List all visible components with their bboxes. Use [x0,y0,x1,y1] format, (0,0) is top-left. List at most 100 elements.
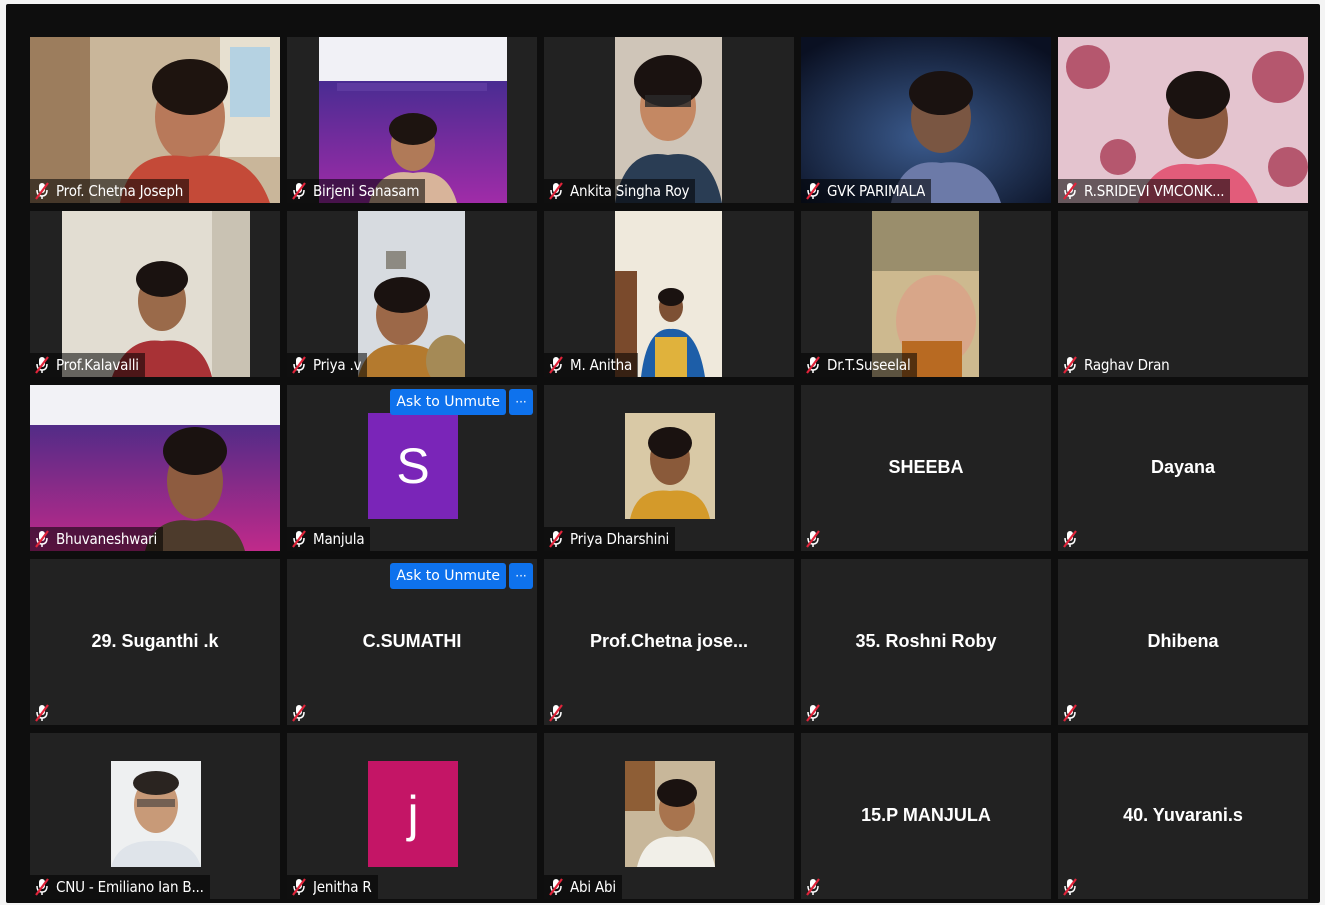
participant-name: R.SRIDEVI VMCONK... [1084,182,1225,200]
mic-muted-icon [805,182,821,200]
participant-display-name: 29. Suganthi .k [91,631,219,651]
participant-tile[interactable]: Ankita Singha Roy [544,37,794,203]
mic-muted-icon [291,878,307,896]
participant-tile[interactable]: GVK PARIMALA [801,37,1051,203]
participant-tile[interactable]: Dayana [1058,385,1308,551]
name-bar: M. Anitha [544,353,639,377]
mic-muted-icon [291,182,307,200]
mic-muted-icon [548,182,564,200]
tile-hover-controls: Ask to Unmute ··· [390,389,533,415]
mic-muted-icon [34,182,50,200]
mic-muted-icon [1062,530,1078,548]
name-bar: Abi Abi [544,875,622,899]
participant-tile[interactable]: R.SRIDEVI VMCONK... [1058,37,1308,203]
mic-muted-icon [548,704,564,722]
name-bar [30,701,62,725]
participant-tile[interactable]: Priya Dharshini [544,385,794,551]
participant-tile[interactable]: Ask to Unmute ··· S Manjula [287,385,537,551]
participant-name: Prof. Chetna Joseph [56,182,184,200]
participant-tile[interactable]: j Jenitha R [287,733,537,899]
participant-name: Dr.T.Suseelal [827,356,911,374]
meeting-gallery-view: Prof. Chetna Joseph Birjeni Sanasam Anki… [6,4,1320,903]
participant-tile[interactable]: 35. Roshni Roby [801,559,1051,725]
participant-name: Birjeni Sanasam [313,182,420,200]
participant-name: CNU - Emiliano Ian B... [56,878,204,896]
participant-name: Priya .v [313,356,362,374]
name-bar [801,527,833,551]
mic-muted-icon [291,356,307,374]
participant-display-name: 15.P MANJULA [861,805,991,825]
participant-tile[interactable]: Priya .v [287,211,537,377]
participant-grid: Prof. Chetna Joseph Birjeni Sanasam Anki… [30,37,1308,899]
participant-tile[interactable]: Prof. Chetna Joseph [30,37,280,203]
participant-tile[interactable]: Abi Abi [544,733,794,899]
participant-display-name: Dayana [1150,457,1216,477]
participant-name: Ankita Singha Roy [570,182,690,200]
name-bar: Priya Dharshini [544,527,676,551]
letter-avatar: S [368,413,458,519]
name-bar: Jenitha R [287,875,378,899]
mic-muted-icon [805,356,821,374]
name-bar: Prof.Kalavalli [30,353,145,377]
name-bar: Raghav Dran [1058,353,1176,377]
participant-tile[interactable]: Ask to Unmute ··· C.SUMATHI [287,559,537,725]
name-bar [1058,701,1090,725]
name-bar: GVK PARIMALA [801,179,932,203]
name-bar: Bhuvaneshwari [30,527,164,551]
participant-tile[interactable]: M. Anitha [544,211,794,377]
participant-tile[interactable]: SHEEBA [801,385,1051,551]
participant-name: GVK PARIMALA [827,182,926,200]
mic-muted-icon [291,704,307,722]
participant-display-name: Prof.Chetna jose... [589,631,749,651]
participant-tile[interactable]: 29. Suganthi .k [30,559,280,725]
profile-photo [111,761,201,867]
participant-name: Bhuvaneshwari [56,530,158,548]
name-bar [287,701,319,725]
letter-avatar: j [368,761,458,867]
participant-name: Abi Abi [570,878,616,896]
participant-name: Manjula [313,530,365,548]
participant-display-name: C.SUMATHI [362,631,462,651]
mic-muted-icon [1062,356,1078,374]
mic-muted-icon [291,530,307,548]
mic-muted-icon [34,878,50,896]
name-bar: R.SRIDEVI VMCONK... [1058,179,1231,203]
participant-tile[interactable]: Raghav Dran [1058,211,1308,377]
name-bar: Ankita Singha Roy [544,179,696,203]
mic-muted-icon [34,530,50,548]
participant-name: Raghav Dran [1084,356,1170,374]
mic-muted-icon [548,356,564,374]
name-bar: Birjeni Sanasam [287,179,426,203]
mic-muted-icon [1062,704,1078,722]
participant-tile[interactable]: CNU - Emiliano Ian B... [30,733,280,899]
participant-name: M. Anitha [570,356,633,374]
participant-name: Jenitha R [313,878,372,896]
name-bar: Priya .v [287,353,368,377]
participant-tile[interactable]: Birjeni Sanasam [287,37,537,203]
mic-muted-icon [34,356,50,374]
mic-muted-icon [805,704,821,722]
name-bar: Manjula [287,527,371,551]
name-bar [1058,875,1090,899]
participant-name: Priya Dharshini [570,530,670,548]
profile-photo [625,761,715,867]
name-bar: Dr.T.Suseelal [801,353,917,377]
participant-tile[interactable]: Prof.Chetna jose... [544,559,794,725]
participant-display-name: Dhibena [1147,631,1219,651]
name-bar: CNU - Emiliano Ian B... [30,875,210,899]
participant-tile[interactable]: 15.P MANJULA [801,733,1051,899]
participant-tile[interactable]: 40. Yuvarani.s [1058,733,1308,899]
participant-tile[interactable]: Dr.T.Suseelal [801,211,1051,377]
participant-display-name: SHEEBA [888,457,964,477]
participant-name: Prof.Kalavalli [56,356,139,374]
more-options-button[interactable]: ··· [509,563,533,589]
participant-tile[interactable]: Bhuvaneshwari [30,385,280,551]
ask-to-unmute-button[interactable]: Ask to Unmute [390,389,506,415]
profile-photo [625,413,715,519]
mic-muted-icon [1062,182,1078,200]
mic-muted-icon [548,878,564,896]
participant-tile[interactable]: Dhibena [1058,559,1308,725]
more-options-button[interactable]: ··· [509,389,533,415]
ask-to-unmute-button[interactable]: Ask to Unmute [390,563,506,589]
participant-tile[interactable]: Prof.Kalavalli [30,211,280,377]
